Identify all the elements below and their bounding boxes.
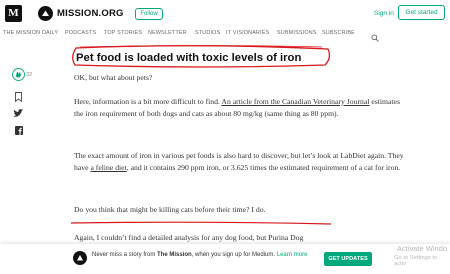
banner-text-end: , when you sign up for Medium. <box>191 252 277 258</box>
clap-count: 32 <box>26 72 33 78</box>
clap-icon[interactable] <box>12 68 25 86</box>
cvj-article-link[interactable]: An article from the Canadian Veterinary … <box>221 97 369 106</box>
paragraph-2-text: Here, information is a bit more difficul… <box>74 97 222 106</box>
section-heading: Pet food is loaded with toxic levels of … <box>76 52 302 64</box>
banner-message: Never miss a story from The Mission, whe… <box>92 251 322 259</box>
windows-activation-subtext: Go to Settings to activ <box>394 255 438 267</box>
sign-in-link[interactable]: Sign in <box>374 10 394 17</box>
red-underline-annotation <box>70 221 332 225</box>
follow-button[interactable]: Follow <box>135 8 163 20</box>
facebook-icon[interactable] <box>15 122 23 140</box>
publication-name[interactable]: MISSION.ORG <box>57 8 124 19</box>
nav-item-subscribe[interactable]: SUBSCRIBE <box>322 30 355 36</box>
search-icon[interactable] <box>371 29 379 47</box>
medium-logo[interactable]: M <box>5 5 22 22</box>
paragraph-2: Here, information is a bit more difficul… <box>74 96 404 121</box>
mission-logo-icon <box>73 251 87 265</box>
nav-item-mission-daily[interactable]: THE MISSION DAILY <box>3 30 58 36</box>
nav-item-it-visionaries[interactable]: IT VISIONARIES <box>226 30 269 36</box>
get-updates-button[interactable]: GET UPDATES <box>324 252 372 266</box>
banner-text: Never miss a story from <box>92 252 158 258</box>
nav-item-studios[interactable]: STUDIOS <box>195 30 220 36</box>
get-started-button[interactable]: Get started <box>398 5 445 20</box>
feline-diet-link[interactable]: a feline diet <box>90 163 126 172</box>
paragraph-5: Again, I couldn’t find a detailed analys… <box>74 233 304 242</box>
learn-more-link[interactable]: Learn more <box>277 252 308 258</box>
nav-item-podcasts[interactable]: PODCASTS <box>65 30 96 36</box>
twitter-icon[interactable] <box>13 105 24 123</box>
publication-nav: THE MISSION DAILY PODCASTS TOP STORIES N… <box>0 28 450 42</box>
mission-logo-icon[interactable] <box>38 6 53 21</box>
paragraph-3: The exact amount of iron in various pet … <box>74 150 404 175</box>
nav-item-top-stories[interactable]: TOP STORIES <box>104 30 142 36</box>
paragraph-4: Do you think that might be killing cats … <box>74 205 266 214</box>
top-bar: M MISSION.ORG Follow Sign in Get started <box>0 0 450 27</box>
nav-item-newsletter[interactable]: NEWSLETTER <box>148 30 187 36</box>
signup-banner: Never miss a story from The Mission, whe… <box>0 244 450 274</box>
paragraph-1: OK, but what about pets? <box>74 73 153 82</box>
nav-item-submissions[interactable]: SUBMISSIONS <box>277 30 317 36</box>
windows-activation-watermark: Activate Windo <box>397 244 448 253</box>
banner-publication: The Mission <box>157 252 192 258</box>
paragraph-3-text-end: , and it contains 290 ppm iron, or 3.625… <box>126 163 401 173</box>
